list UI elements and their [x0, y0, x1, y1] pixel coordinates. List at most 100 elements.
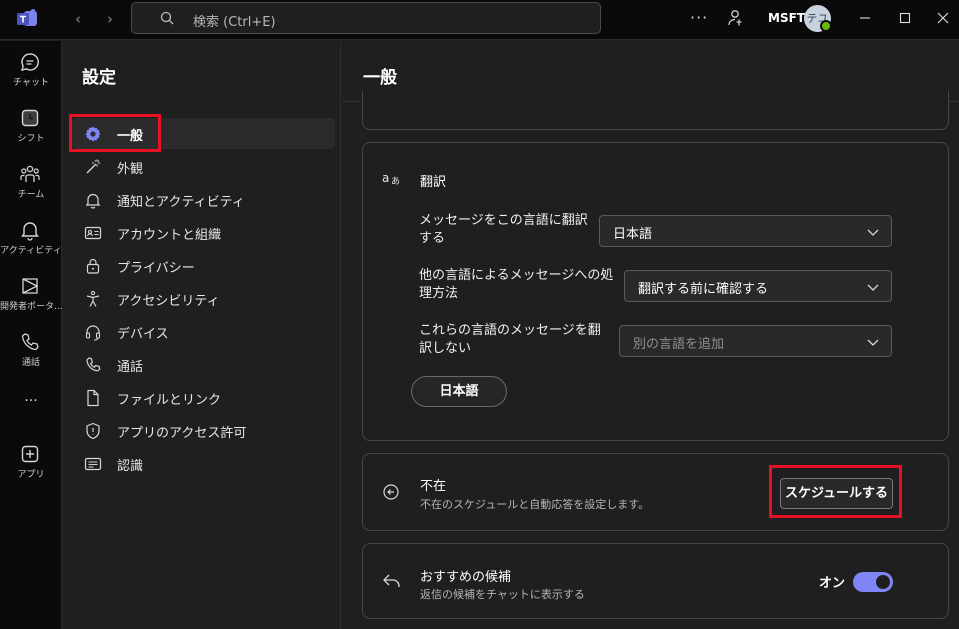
menu-label: ファイルとリンク — [117, 393, 222, 408]
teams-icon — [20, 165, 40, 182]
headset-icon — [85, 325, 101, 341]
rail-label: 通話 — [21, 358, 40, 368]
id-card-icon — [84, 226, 102, 240]
highlight-schedule-button — [769, 465, 902, 518]
back-arrow-icon[interactable]: ‹ — [70, 11, 86, 27]
close-icon[interactable] — [934, 9, 952, 27]
highlight-general — [69, 114, 161, 152]
settings-item-appearance[interactable]: 外観 — [72, 151, 335, 182]
no-translate-label: これらの言語のメッセージを翻訳しない — [419, 323, 601, 356]
translation-card: a あ 翻訳 メッセージをこの言語に翻訳する 日本語 他の言語によるメッセージへ… — [362, 142, 949, 441]
suggestions-title: おすすめの候補 — [420, 570, 512, 585]
rail-label: チーム — [17, 190, 45, 200]
shield-icon — [86, 422, 100, 440]
translate-to-label: メッセージをこの言語に翻訳する — [419, 213, 588, 246]
handling-label: 他の言語によるメッセージへの処理方法 — [419, 268, 614, 301]
away-subtitle: 不在のスケジュールと自動応答を設定します。 — [420, 498, 650, 511]
rail-item-calls[interactable]: 通話 — [0, 331, 62, 383]
menu-label: 通話 — [117, 360, 144, 375]
chevron-down-icon — [867, 339, 879, 346]
org-name[interactable]: MSFT — [768, 11, 805, 25]
minimize-icon[interactable] — [856, 9, 874, 27]
no-translate-dropdown[interactable]: 別の言語を追加 — [619, 325, 892, 357]
svg-text:あ: あ — [391, 176, 400, 186]
phone-icon — [21, 333, 39, 351]
maximize-icon[interactable] — [896, 9, 914, 27]
wand-icon — [86, 159, 100, 174]
rail-item-shifts[interactable]: シフト — [0, 107, 62, 159]
rail-label: 開発者ポータ... — [0, 302, 62, 312]
toggle-state-label: オン — [819, 576, 846, 591]
apps-icon — [21, 445, 39, 463]
translation-heading: 翻訳 — [420, 175, 447, 190]
rail-item-apps[interactable]: アプリ — [0, 443, 62, 495]
settings-item-notifications[interactable]: 通知とアクティビティ — [72, 184, 335, 215]
rail-item-developer-portal[interactable]: 開発者ポータ... — [0, 275, 62, 327]
menu-label: デバイス — [117, 327, 169, 342]
away-icon — [383, 484, 399, 500]
menu-label: アクセシビリティ — [117, 294, 220, 309]
rail-label: アプリ — [17, 470, 45, 480]
menu-label: アプリのアクセス許可 — [117, 426, 247, 441]
menu-label: 通知とアクティビティ — [117, 195, 245, 210]
rail-label: チャット — [13, 78, 49, 88]
recognition-icon — [84, 457, 102, 471]
translate-icon: a あ — [382, 171, 400, 186]
suggested-replies-card: おすすめの候補 返信の候補をチャットに表示する オン — [362, 543, 949, 619]
settings-item-recognition[interactable]: 認識 — [72, 448, 335, 479]
shifts-icon — [21, 109, 39, 127]
svg-text:a: a — [382, 171, 389, 185]
handling-value: 翻訳する前に確認する — [638, 282, 769, 297]
forward-arrow-icon[interactable]: › — [102, 11, 118, 27]
teams-window: ‹ › 検索 (Ctrl+E) ··· MSFT テユ チャット シフト チーム… — [0, 0, 959, 629]
rail-item-chat[interactable]: チャット — [0, 51, 62, 103]
rail-item-more[interactable]: ··· — [0, 393, 62, 417]
no-translate-placeholder: 別の言語を追加 — [633, 337, 725, 352]
chevron-down-icon — [867, 284, 879, 291]
menu-label: プライバシー — [117, 261, 195, 276]
rail-item-activity[interactable]: アクティビティ — [0, 219, 62, 271]
settings-item-calls[interactable]: 通話 — [72, 349, 335, 380]
suggestions-toggle[interactable] — [853, 572, 893, 592]
settings-item-accessibility[interactable]: アクセシビリティ — [72, 283, 335, 314]
bell-icon — [21, 222, 39, 241]
settings-item-accounts[interactable]: アカウントと組織 — [72, 217, 335, 248]
rail-label: アクティビティ — [0, 246, 62, 256]
phone-icon — [86, 357, 101, 372]
chevron-down-icon — [867, 229, 879, 236]
search-icon — [160, 11, 174, 25]
search-input[interactable]: 検索 (Ctrl+E) — [131, 2, 601, 34]
search-placeholder: 検索 (Ctrl+E) — [193, 15, 276, 30]
more-options-icon[interactable]: ··· — [690, 8, 708, 27]
language-chip[interactable]: 日本語 — [411, 376, 507, 407]
settings-item-files[interactable]: ファイルとリンク — [72, 382, 335, 413]
accessibility-icon — [86, 290, 100, 307]
menu-label: 外観 — [117, 162, 144, 177]
suggestions-subtitle: 返信の候補をチャットに表示する — [420, 588, 585, 601]
menu-label: アカウントと組織 — [117, 228, 222, 243]
translate-to-dropdown[interactable]: 日本語 — [599, 215, 892, 247]
handling-dropdown[interactable]: 翻訳する前に確認する — [624, 270, 892, 302]
chat-icon — [21, 53, 39, 71]
people-icon[interactable] — [727, 9, 745, 27]
bell-icon — [85, 193, 101, 209]
translate-to-value: 日本語 — [613, 227, 653, 242]
rail-label: シフト — [17, 134, 45, 144]
previous-card — [362, 91, 949, 130]
rail-item-teams[interactable]: チーム — [0, 163, 62, 215]
away-title: 不在 — [420, 479, 447, 494]
main-content: 一般 a あ 翻訳 メッセージをこの言語に翻訳する 日本語 他の言語によるメッセ… — [342, 41, 959, 629]
title-bar: ‹ › 検索 (Ctrl+E) ··· MSFT テユ — [0, 0, 959, 40]
lock-icon — [86, 258, 100, 274]
settings-item-devices[interactable]: デバイス — [72, 316, 335, 347]
settings-item-app-permissions[interactable]: アプリのアクセス許可 — [72, 415, 335, 446]
reply-icon — [383, 574, 400, 587]
status-available-icon — [820, 20, 832, 32]
settings-item-privacy[interactable]: プライバシー — [72, 250, 335, 281]
more-icon: ··· — [24, 393, 38, 409]
teams-logo-icon[interactable] — [16, 8, 38, 30]
app-rail: チャット シフト チーム アクティビティ 開発者ポータ... 通話 ··· アプ… — [0, 41, 62, 629]
toggle-knob — [876, 575, 890, 589]
developer-portal-icon — [22, 278, 39, 294]
settings-title: 設定 — [82, 68, 116, 88]
